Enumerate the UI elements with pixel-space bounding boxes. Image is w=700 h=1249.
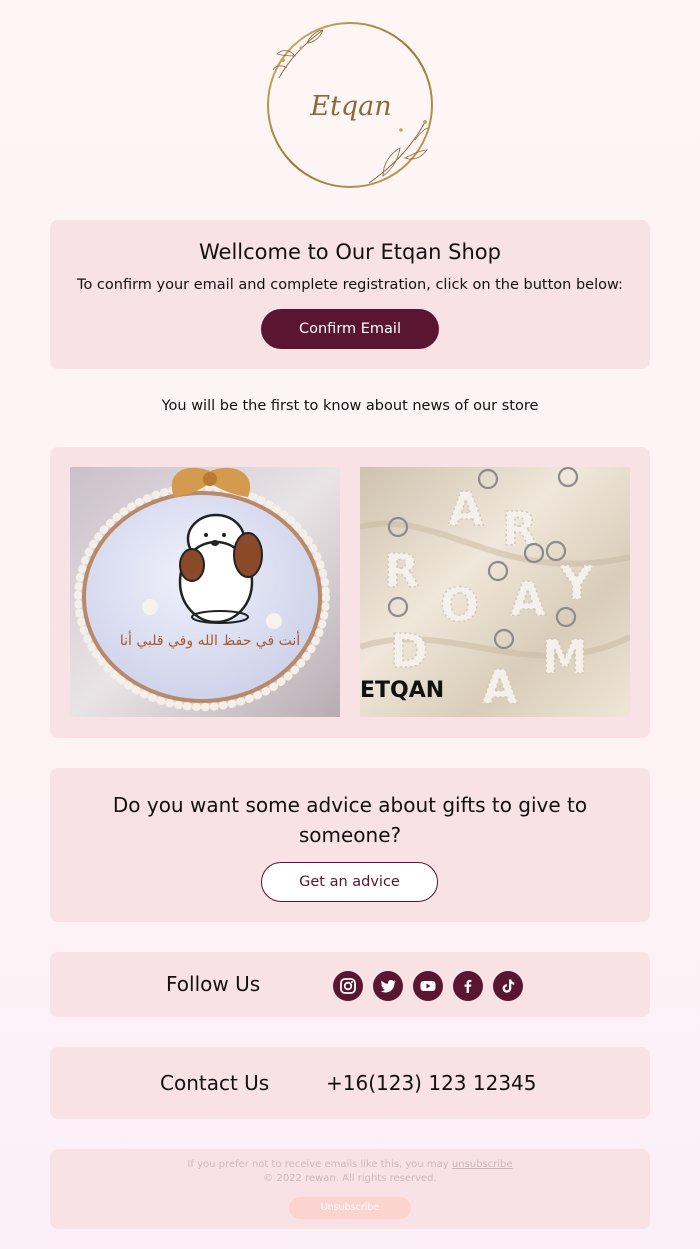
instagram-icon[interactable] xyxy=(333,971,363,1001)
social-icons xyxy=(333,971,523,1001)
welcome-card: Wellcome to Our Etqan Shop To confirm yo… xyxy=(50,220,650,369)
facebook-icon[interactable] xyxy=(453,971,483,1001)
keychain-letter: A xyxy=(482,660,518,714)
keys-watermark: ETQAN xyxy=(360,678,444,703)
unsubscribe-notice: If you prefer not to receive emails like… xyxy=(50,1159,650,1170)
follow-us-card: Follow Us xyxy=(50,952,650,1017)
hoop-embroidery-text: ﺃﻧﺖ ﻓﻲ ﺣﻔﻆ ﺍﻟﻠﻪ ﻭﻓﻲ ﻗﻠﺒﻲ ﺃﻧﺎ xyxy=(120,630,300,649)
confirm-email-button[interactable]: Confirm Email xyxy=(261,309,439,349)
pearl-keychains-image: A R R O A Y D A M ETQAN xyxy=(360,467,630,717)
unsubscribe-button[interactable]: Unsubscribe xyxy=(289,1197,411,1219)
contact-us-label: Contact Us xyxy=(160,1071,270,1095)
contact-us-card: Contact Us +16(123) 123 12345 xyxy=(50,1047,650,1119)
etqan-logo: Etqan xyxy=(265,18,437,190)
follow-us-label: Follow Us xyxy=(166,972,261,996)
keychain-letter: A xyxy=(510,572,546,626)
footer-card: If you prefer not to receive emails like… xyxy=(50,1149,650,1229)
keychain-letter: D xyxy=(390,624,428,678)
twitter-icon[interactable] xyxy=(373,971,403,1001)
keychain-letter: R xyxy=(384,544,419,598)
copyright-text: © 2022 rewan. All rights reserved. xyxy=(263,1173,437,1184)
embroidery-hoop-image: ﺃﻧﺖ ﻓﻲ ﺣﻔﻆ ﺍﻟﻠﻪ ﻭﻓﻲ ﻗﻠﺒﻲ ﺃﻧﺎ xyxy=(70,467,340,717)
unsubscribe-link[interactable]: unsubscribe xyxy=(452,1159,513,1170)
product-images-card: ﺃﻧﺖ ﻓﻲ ﺣﻔﻆ ﺍﻟﻠﻪ ﻭﻓﻲ ﻗﻠﺒﻲ ﺃﻧﺎ A R R O A Y… xyxy=(50,447,650,738)
keychain-letter: R xyxy=(502,502,537,556)
unsubscribe-notice-text: If you prefer not to receive emails like… xyxy=(187,1159,452,1170)
logo-wreath-icon: Etqan xyxy=(267,22,433,188)
keychain-letter: M xyxy=(542,630,588,684)
keychain-letter: Y xyxy=(559,556,594,610)
youtube-icon[interactable] xyxy=(413,971,443,1001)
phone-number[interactable]: +16(123) 123 12345 xyxy=(326,1071,537,1095)
news-text: You will be the first to know about news… xyxy=(161,398,539,414)
welcome-title: Wellcome to Our Etqan Shop xyxy=(199,240,501,264)
tiktok-icon[interactable] xyxy=(493,971,523,1001)
advice-card: Do you want some advice about gifts to g… xyxy=(50,768,650,922)
keychain-letter: O xyxy=(440,578,479,632)
get-advice-button[interactable]: Get an advice xyxy=(261,862,438,902)
keychain-letter: A xyxy=(448,482,484,536)
welcome-subtitle: To confirm your email and complete regis… xyxy=(77,277,623,293)
advice-question: Do you want some advice about gifts to g… xyxy=(112,793,588,847)
logo-text: Etqan xyxy=(309,91,391,122)
